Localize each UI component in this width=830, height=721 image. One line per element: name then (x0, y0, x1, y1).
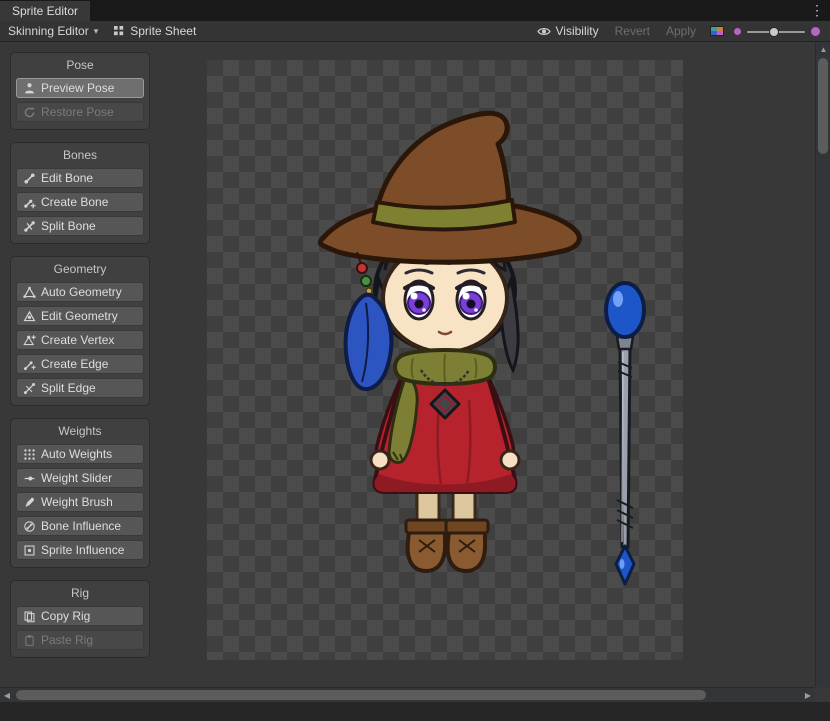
edit-geometry-button[interactable]: Edit Geometry (16, 306, 144, 326)
vertical-scrollbar[interactable]: ▲ ▼ (815, 42, 830, 702)
visibility-button[interactable]: Visibility (529, 21, 607, 42)
weight-slider-button[interactable]: Weight Slider (16, 468, 144, 488)
restore-pose-button[interactable]: Restore Pose (16, 102, 144, 122)
rgb-color-icon[interactable] (710, 26, 724, 36)
zoom-slider[interactable] (747, 21, 805, 42)
paste-rig-icon (23, 634, 36, 647)
button-label: Auto Weights (41, 447, 112, 461)
sprite-editor-window: Sprite Editor ⋮ Skinning Editor ▾ Sprite… (0, 0, 830, 721)
split-bone-icon (23, 220, 36, 233)
mip-large-icon (811, 27, 820, 36)
button-label: Restore Pose (41, 105, 114, 119)
chevron-down-icon: ▾ (94, 26, 99, 37)
auto-geometry-icon (23, 286, 36, 299)
sprite-sheet-button[interactable]: Sprite Sheet (106, 21, 204, 42)
scroll-up-arrow[interactable]: ▲ (816, 42, 830, 56)
panel-pose: Pose Preview Pose Restore Pose (10, 52, 150, 130)
scrollbar-corner (815, 687, 830, 702)
zoom-slider-thumb[interactable] (769, 27, 779, 37)
panel-title: Geometry (16, 262, 144, 277)
create-bone-icon (23, 196, 36, 209)
tool-sidebar: Pose Preview Pose Restore Pose Bones Edit… (10, 52, 150, 670)
split-edge-button[interactable]: Split Edge (16, 378, 144, 398)
panel-geometry: Geometry Auto Geometry Edit Geometry Creat… (10, 256, 150, 406)
horizontal-scroll-thumb[interactable] (16, 690, 706, 700)
weight-slider-icon (23, 472, 36, 485)
button-label: Preview Pose (41, 81, 114, 95)
edit-bone-icon (23, 172, 36, 185)
panel-rig: Rig Copy Rig Paste Rig (10, 580, 150, 658)
sprites-layer (207, 60, 683, 660)
panel-weights: Weights Auto Weights Weight Slider Weight … (10, 418, 150, 568)
button-label: Sprite Influence (41, 543, 124, 557)
auto-weights-icon (23, 448, 36, 461)
bone-influence-icon (23, 520, 36, 533)
copy-rig-button[interactable]: Copy Rig (16, 606, 144, 626)
eye-icon (537, 26, 551, 37)
bone-influence-button[interactable]: Bone Influence (16, 516, 144, 536)
panel-bones: Bones Edit Bone Create Bone Split Bone (10, 142, 150, 244)
button-label: Weight Brush (41, 495, 113, 509)
vertical-scroll-thumb[interactable] (818, 58, 828, 154)
button-label: Edit Geometry (41, 309, 118, 323)
create-edge-button[interactable]: Create Edge (16, 354, 144, 374)
edit-bone-button[interactable]: Edit Bone (16, 168, 144, 188)
button-label: Edit Bone (41, 171, 93, 185)
button-label: Split Edge (41, 381, 96, 395)
apply-button[interactable]: Apply (658, 21, 704, 42)
create-vertex-icon (23, 334, 36, 347)
toolbar: Skinning Editor ▾ Sprite Sheet Visibilit… (0, 21, 830, 42)
restore-pose-icon (23, 106, 36, 119)
sprite-canvas[interactable] (207, 60, 683, 660)
create-bone-button[interactable]: Create Bone (16, 192, 144, 212)
button-label: Split Bone (41, 219, 96, 233)
split-edge-icon (23, 382, 36, 395)
sprite-sheet-grid-icon (114, 26, 125, 37)
tab-title: Sprite Editor (12, 4, 78, 18)
revert-button[interactable]: Revert (607, 21, 658, 42)
button-label: Auto Geometry (41, 285, 122, 299)
panel-title: Weights (16, 424, 144, 439)
scroll-left-arrow[interactable]: ◀ (0, 688, 14, 703)
paste-rig-button[interactable]: Paste Rig (16, 630, 144, 650)
scroll-right-arrow[interactable]: ▶ (801, 688, 815, 703)
tab-sprite-editor[interactable]: Sprite Editor (0, 1, 90, 21)
skinning-editor-dropdown[interactable]: Skinning Editor ▾ (0, 21, 106, 42)
window-tab-bar: Sprite Editor ⋮ (0, 0, 830, 21)
button-label: Copy Rig (41, 609, 90, 623)
panel-title: Bones (16, 148, 144, 163)
auto-weights-button[interactable]: Auto Weights (16, 444, 144, 464)
create-vertex-button[interactable]: Create Vertex (16, 330, 144, 350)
button-label: Weight Slider (41, 471, 112, 485)
weight-brush-button[interactable]: Weight Brush (16, 492, 144, 512)
mip-small-icon (734, 28, 741, 35)
create-edge-icon (23, 358, 36, 371)
copy-rig-icon (23, 610, 36, 623)
button-label: Create Edge (41, 357, 108, 371)
viewport[interactable]: Pose Preview Pose Restore Pose Bones Edit… (0, 42, 815, 687)
wizard-character-sprite[interactable] (320, 113, 579, 571)
button-label: Paste Rig (41, 633, 93, 647)
split-bone-button[interactable]: Split Bone (16, 216, 144, 236)
panel-title: Pose (16, 58, 144, 73)
preview-pose-icon (23, 82, 36, 95)
weight-brush-icon (23, 496, 36, 509)
button-label: Create Vertex (41, 333, 114, 347)
kebab-menu-icon[interactable]: ⋮ (808, 0, 826, 21)
edit-geometry-icon (23, 310, 36, 323)
sprite-influence-icon (23, 544, 36, 557)
sprite-influence-button[interactable]: Sprite Influence (16, 540, 144, 560)
horizontal-scrollbar[interactable]: ◀ ▶ (0, 687, 815, 702)
button-label: Bone Influence (41, 519, 121, 533)
staff-sprite[interactable] (606, 283, 644, 584)
auto-geometry-button[interactable]: Auto Geometry (16, 282, 144, 302)
button-label: Create Bone (41, 195, 108, 209)
bottom-bar (0, 702, 830, 721)
panel-title: Rig (16, 586, 144, 601)
preview-pose-button[interactable]: Preview Pose (16, 78, 144, 98)
